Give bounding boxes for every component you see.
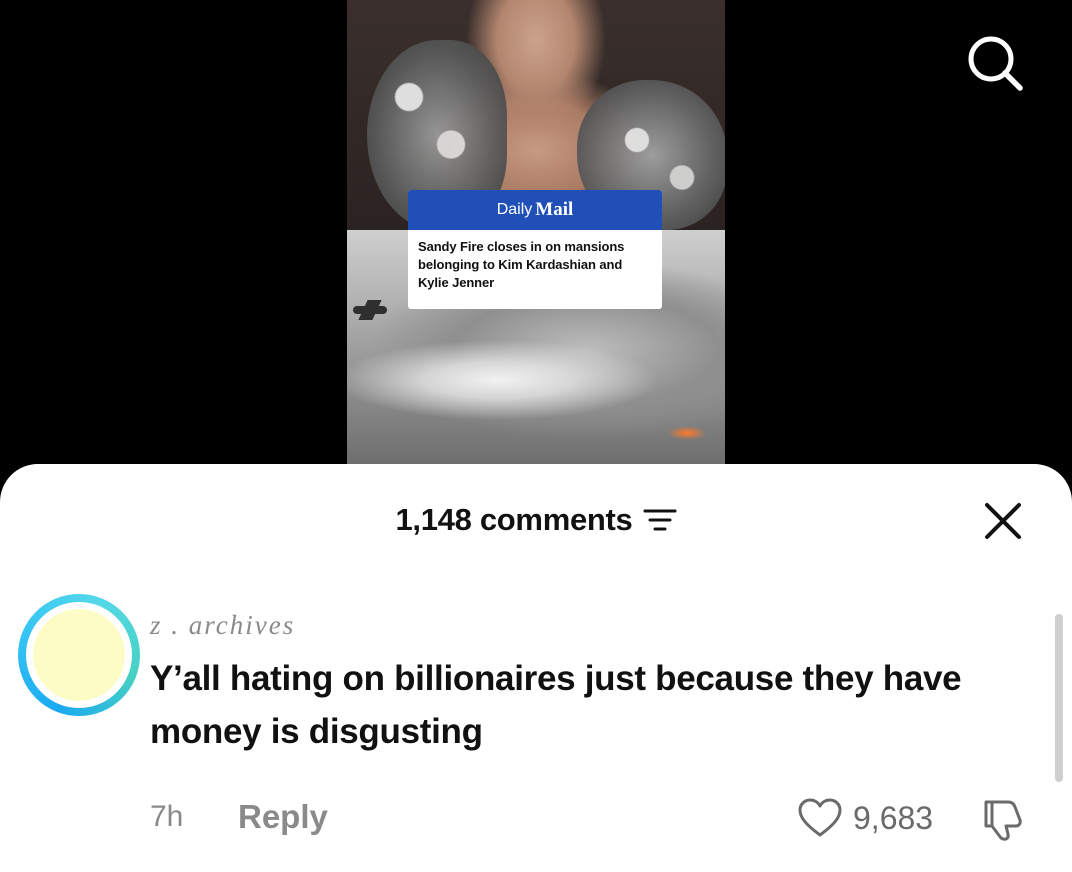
search-icon[interactable] [962, 30, 1030, 98]
close-icon[interactable] [982, 500, 1024, 542]
thumbs-down-icon[interactable] [978, 796, 1028, 842]
comment-username[interactable]: z . archives [150, 610, 295, 641]
avatar-ring-gap [26, 602, 132, 708]
firefighting-plane [353, 306, 387, 314]
reply-button[interactable]: Reply [238, 798, 328, 836]
news-brand-part1: Daily [496, 201, 533, 218]
news-card: Daily Mail Sandy Fire closes in on mansi… [408, 190, 662, 309]
post-image[interactable]: Daily Mail Sandy Fire closes in on mansi… [347, 0, 725, 464]
comment-text: Y’all hating on billionaires just becaus… [150, 659, 962, 751]
like-count: 9,683 [853, 799, 934, 836]
avatar-image [33, 609, 125, 701]
sort-filter-icon[interactable] [643, 507, 677, 533]
news-headline: Sandy Fire closes in on mansions belongi… [418, 239, 625, 290]
fire-glow [667, 426, 707, 440]
news-brand-part2: Mail [535, 199, 574, 220]
comment-count: 1,148 comments [395, 502, 633, 537]
comments-sheet: 1,148 comments z . archives Y’all hating… [0, 464, 1072, 872]
heart-icon[interactable] [797, 798, 843, 838]
comment-item: z . archives Y’all hating on billionaire… [0, 594, 1072, 864]
avatar[interactable] [18, 594, 140, 716]
news-brand-logo: Daily Mail [408, 190, 662, 230]
scrollbar[interactable] [1055, 614, 1063, 782]
video-area: Daily Mail Sandy Fire closes in on mansi… [0, 0, 1072, 470]
like-group: 9,683 [797, 798, 933, 838]
comments-header: 1,148 comments [0, 500, 1072, 540]
comment-timestamp: 7h [150, 800, 184, 833]
